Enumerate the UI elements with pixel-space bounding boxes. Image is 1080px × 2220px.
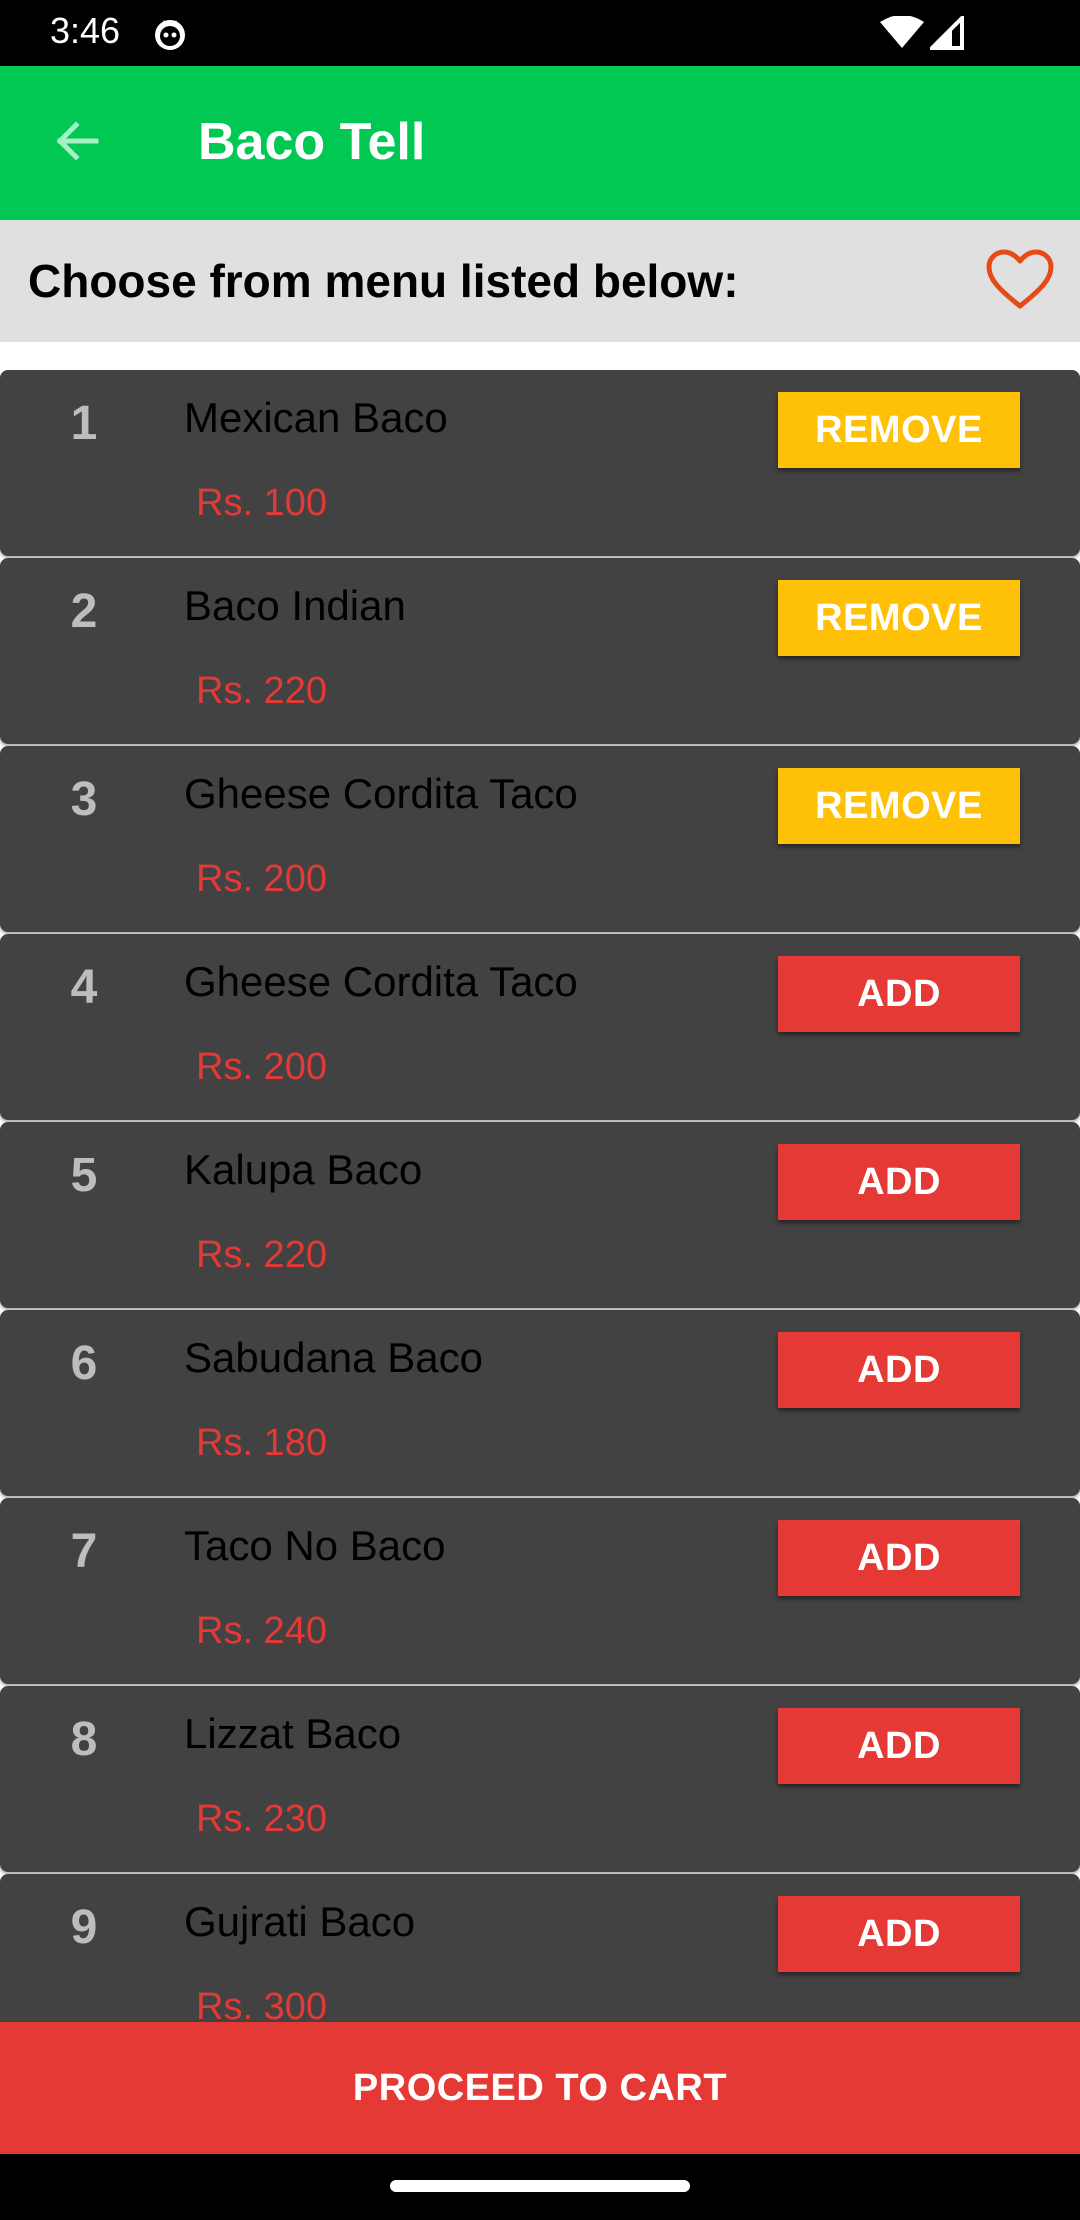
add-button[interactable]: ADD xyxy=(778,956,1020,1032)
menu-item: 5 Kalupa Baco Rs. 220 ADD xyxy=(0,1122,1080,1308)
item-name: Gheese Cordita Taco xyxy=(184,770,578,817)
status-time: 3:46 xyxy=(50,10,121,51)
remove-button[interactable]: REMOVE xyxy=(778,580,1020,656)
item-name: Kalupa Baco xyxy=(184,1146,423,1193)
back-button[interactable] xyxy=(40,106,114,180)
menu-header-text: Choose from menu listed below: xyxy=(28,255,739,307)
add-button[interactable]: ADD xyxy=(778,1332,1020,1408)
item-price: Rs. 230 xyxy=(196,1798,327,1840)
item-index: 5 xyxy=(70,1149,98,1202)
item-index: 6 xyxy=(70,1337,98,1390)
menu-list[interactable]: 1 Mexican Baco Rs. 100 REMOVE 2 Baco Ind… xyxy=(0,370,1080,2022)
add-button[interactable]: ADD xyxy=(778,1144,1020,1220)
item-price: Rs. 200 xyxy=(196,858,327,900)
signal-icon xyxy=(927,13,964,50)
item-price: Rs. 300 xyxy=(196,1986,327,2022)
menu-item: 8 Lizzat Baco Rs. 230 ADD xyxy=(0,1686,1080,1872)
remove-button[interactable]: REMOVE xyxy=(778,768,1020,844)
remove-button[interactable]: REMOVE xyxy=(778,392,1020,468)
menu-item: 9 Gujrati Baco Rs. 300 ADD xyxy=(0,1874,1080,2022)
status-bar: 3:46 xyxy=(0,0,1080,66)
app-notification-icon xyxy=(152,16,188,52)
favorite-button[interactable] xyxy=(980,242,1060,322)
item-name: Mexican Baco xyxy=(184,394,448,441)
add-button[interactable]: ADD xyxy=(778,1896,1020,1972)
navigation-bar xyxy=(0,2154,1080,2220)
item-index: 2 xyxy=(70,585,98,638)
home-gesture-handle[interactable] xyxy=(390,2180,690,2192)
app-bar: Baco Tell xyxy=(0,66,1080,220)
item-index: 7 xyxy=(70,1525,98,1578)
add-button[interactable]: ADD xyxy=(778,1708,1020,1784)
menu-item: 7 Taco No Baco Rs. 240 ADD xyxy=(0,1498,1080,1684)
menu-item: 4 Gheese Cordita Taco Rs. 200 ADD xyxy=(0,934,1080,1120)
menu-item: 2 Baco Indian Rs. 220 REMOVE xyxy=(0,558,1080,744)
item-index: 8 xyxy=(70,1713,98,1766)
item-index: 1 xyxy=(70,397,98,450)
item-name: Taco No Baco xyxy=(184,1522,446,1569)
item-price: Rs. 220 xyxy=(196,670,327,712)
screen: 3:46 Baco Tell Choose from menu listed b… xyxy=(0,0,1080,2220)
menu-item: 3 Gheese Cordita Taco Rs. 200 REMOVE xyxy=(0,746,1080,932)
heart-outline-icon xyxy=(985,248,1055,317)
add-button[interactable]: ADD xyxy=(778,1520,1020,1596)
item-name: Gheese Cordita Taco xyxy=(184,958,578,1005)
item-price: Rs. 100 xyxy=(196,482,327,524)
item-name: Sabudana Baco xyxy=(184,1334,483,1381)
item-price: Rs. 200 xyxy=(196,1046,327,1088)
menu-item: 6 Sabudana Baco Rs. 180 ADD xyxy=(0,1310,1080,1496)
menu-item: 1 Mexican Baco Rs. 100 REMOVE xyxy=(0,370,1080,556)
item-index: 3 xyxy=(70,773,98,826)
proceed-to-cart-button[interactable]: PROCEED TO CART xyxy=(0,2022,1080,2154)
menu-header: Choose from menu listed below: xyxy=(0,220,1080,342)
item-price: Rs. 220 xyxy=(196,1234,327,1276)
item-price: Rs. 180 xyxy=(196,1422,327,1464)
item-name: Baco Indian xyxy=(184,582,406,629)
wifi-icon xyxy=(880,15,924,50)
item-name: Gujrati Baco xyxy=(184,1898,416,1945)
item-price: Rs. 240 xyxy=(196,1610,327,1652)
app-title: Baco Tell xyxy=(198,113,426,171)
item-index: 9 xyxy=(70,1901,98,1954)
item-name: Lizzat Baco xyxy=(184,1710,402,1757)
arrow-back-icon xyxy=(52,116,102,171)
item-index: 4 xyxy=(70,961,98,1014)
